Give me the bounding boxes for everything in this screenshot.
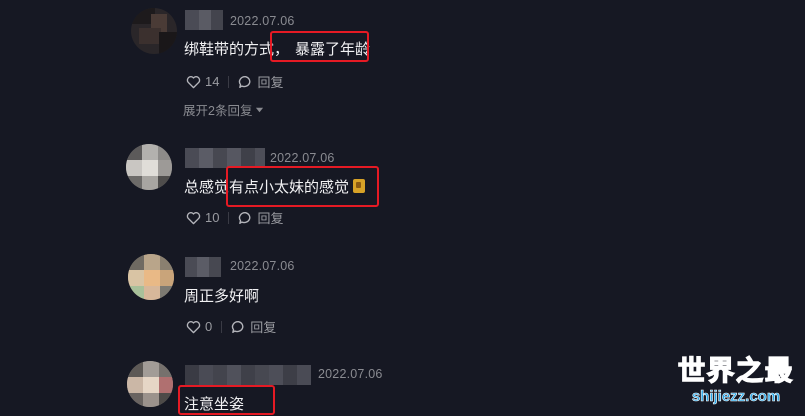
highlight-box [226, 166, 379, 207]
comment-text-part: 周正多好啊 [184, 287, 260, 305]
watermark-url: shijiezz.com [691, 388, 781, 406]
divider [221, 320, 223, 333]
reply-label: 回复 [250, 320, 277, 335]
watermark-title: 世界之最 [677, 355, 794, 388]
highlight-box [178, 385, 275, 415]
reply-button[interactable]: 回复 [238, 208, 283, 227]
like-count: 10 [205, 210, 220, 225]
reply-button[interactable]: 回复 [231, 317, 276, 336]
expand-replies-label: 展开2条回复 [183, 104, 253, 118]
comment-actions: 14 回复 [186, 72, 283, 91]
comment-text-part: 总感觉 [184, 178, 230, 196]
site-watermark: 世界之最 shijiezz.com [673, 355, 799, 412]
comment-bubble-icon [239, 211, 251, 224]
reply-button[interactable]: 回复 [238, 72, 283, 91]
comment-bubble-icon [232, 320, 244, 333]
avatar[interactable] [127, 361, 173, 407]
like-count: 0 [205, 319, 213, 334]
expand-replies-button[interactable]: 展开2条回复 [183, 100, 264, 119]
divider [228, 75, 230, 88]
comment-bubble-icon [239, 75, 251, 88]
like-button[interactable]: 10 [186, 210, 219, 225]
comment-date: 2022.07.06 [318, 367, 383, 381]
username-blurred[interactable] [185, 257, 221, 277]
avatar[interactable] [131, 8, 177, 54]
comment-date: 2022.07.06 [230, 259, 295, 273]
highlight-box [270, 31, 369, 62]
comment-date: 2022.07.06 [230, 14, 295, 28]
heart-icon [186, 211, 201, 224]
like-button[interactable]: 0 [186, 319, 212, 334]
reply-label: 回复 [257, 211, 284, 226]
heart-icon [186, 320, 201, 333]
heart-icon [186, 75, 201, 88]
avatar[interactable] [126, 144, 172, 190]
divider [228, 211, 230, 224]
like-button[interactable]: 14 [186, 74, 219, 89]
comment-actions: 10 回复 [186, 208, 283, 227]
comment-date: 2022.07.06 [270, 151, 335, 165]
caret-down-icon [256, 107, 264, 112]
avatar[interactable] [128, 254, 174, 300]
comment-actions: 0 回复 [186, 317, 276, 336]
comment-feed: 2022.07.06 绑鞋带的方式， 暴露了年龄 14 回复 展开2条回复 20… [0, 0, 805, 416]
comment-text: 周正多好啊 [184, 285, 259, 306]
username-blurred[interactable] [185, 10, 223, 30]
like-count: 14 [205, 74, 220, 89]
reply-label: 回复 [257, 75, 284, 90]
username-blurred[interactable] [185, 148, 265, 168]
username-blurred[interactable] [185, 365, 311, 385]
